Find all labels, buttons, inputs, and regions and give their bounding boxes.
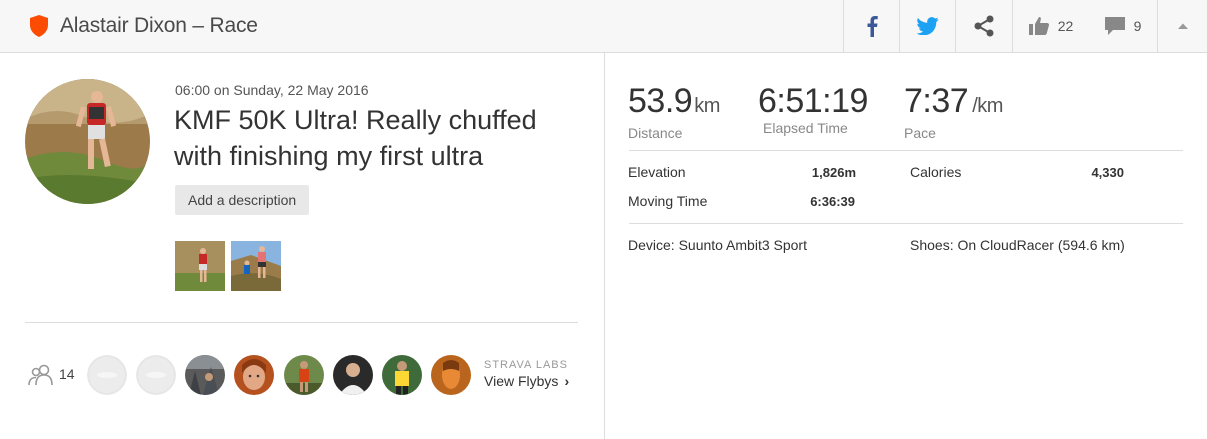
kudos-athlete-avatar[interactable]	[234, 355, 274, 395]
stats-divider	[629, 223, 1183, 224]
athlete-photo	[431, 355, 471, 395]
activity-header: Alastair Dixon – Race 22 9	[0, 0, 1207, 53]
header-title-group: Alastair Dixon – Race	[28, 12, 258, 40]
activity-title[interactable]: KMF 50K Ultra! Really chuffed with finis…	[174, 102, 584, 174]
kudos-athlete-avatar[interactable]	[185, 355, 225, 395]
athlete-photo	[333, 355, 373, 395]
kudos-given-count: 14	[59, 366, 75, 382]
photo-thumbnail-2	[231, 241, 281, 291]
chevron-right-icon: ›	[564, 373, 570, 389]
athlete-photo	[382, 355, 422, 395]
kudos-athlete-avatar[interactable]	[431, 355, 471, 395]
athlete-photo	[185, 355, 225, 395]
twitter-share-button[interactable]	[899, 0, 955, 52]
activity-stats-panel: 53.9 km Distance 6:51:19 Elapsed Time 7:3…	[606, 53, 1207, 439]
comments-count: 9	[1133, 18, 1142, 34]
kudos-button[interactable]: 22	[1012, 0, 1088, 52]
twitter-icon	[916, 17, 938, 35]
elapsed-time-stat: 6:51:19 Elapsed Time	[758, 81, 868, 136]
calories-value: 4,330	[1091, 165, 1124, 180]
athlete-photo	[234, 355, 274, 395]
elevation-value: 1,826m	[811, 165, 856, 180]
elevation-label: Elevation	[628, 164, 686, 180]
pace-stat: 7:37/km Pace	[904, 81, 1003, 141]
pace-value: 7:37	[904, 82, 969, 120]
kudos-athlete-avatar[interactable]	[382, 355, 422, 395]
athlete-photo	[25, 79, 150, 204]
moving-time-label: Moving Time	[628, 193, 708, 209]
thumbs-up-icon	[1028, 17, 1049, 35]
photo-thumbnail-1	[175, 241, 225, 291]
add-description-button[interactable]: Add a description	[175, 185, 310, 215]
activity-photo-thumbnail[interactable]	[231, 241, 281, 291]
distance-unit: km	[694, 95, 720, 117]
distance-label: Distance	[628, 125, 683, 141]
calories-label: Calories	[910, 164, 962, 180]
facebook-icon	[867, 16, 878, 37]
activity-summary-panel: 06:00 on Sunday, 22 May 2016 KMF 50K Ult…	[0, 53, 605, 439]
distance-value: 53.9	[628, 82, 693, 120]
device-info: Device: Suunto Ambit3 Sport	[628, 237, 807, 253]
share-icon	[974, 15, 994, 37]
kudos-athlete-avatar[interactable]	[136, 355, 176, 395]
comments-button[interactable]: 9	[1088, 0, 1157, 52]
pace-unit: /km	[972, 95, 1003, 117]
activity-photo-thumbnail[interactable]	[175, 241, 225, 291]
kudos-count: 22	[1057, 18, 1074, 34]
stats-divider	[629, 150, 1183, 151]
comment-icon	[1104, 17, 1125, 35]
chevron-up-icon	[1177, 23, 1188, 29]
share-button[interactable]	[955, 0, 1012, 52]
activity-datetime: 06:00 on Sunday, 22 May 2016	[175, 82, 369, 98]
view-flybys-link[interactable]: View Flybys ›	[484, 373, 569, 389]
shoes-info[interactable]: Shoes: On CloudRacer (594.6 km)	[910, 237, 1125, 253]
kudos-athletes-icon	[28, 364, 53, 386]
default-avatar-icon	[87, 355, 127, 395]
athlete-avatar[interactable]	[25, 79, 150, 204]
default-avatar-icon	[136, 355, 176, 395]
distance-stat: 53.9 km Distance	[628, 81, 720, 141]
elapsed-time-label: Elapsed Time	[763, 120, 848, 136]
pace-label: Pace	[904, 125, 936, 141]
kudos-athlete-avatar[interactable]	[284, 355, 324, 395]
race-shield-icon	[30, 15, 48, 37]
moving-time-value: 6:36:39	[810, 194, 855, 209]
view-flybys-label: View Flybys	[484, 373, 559, 389]
elapsed-time-value: 6:51:19	[758, 82, 868, 120]
kudos-athlete-avatar[interactable]	[87, 355, 127, 395]
kudos-athlete-avatar[interactable]	[333, 355, 373, 395]
activity-header-title: Alastair Dixon – Race	[60, 14, 258, 37]
facebook-share-button[interactable]	[843, 0, 899, 52]
collapse-button[interactable]	[1157, 0, 1207, 52]
section-divider	[25, 322, 578, 323]
athlete-photo	[284, 355, 324, 395]
strava-labs-label: STRAVA LABS	[484, 359, 568, 371]
